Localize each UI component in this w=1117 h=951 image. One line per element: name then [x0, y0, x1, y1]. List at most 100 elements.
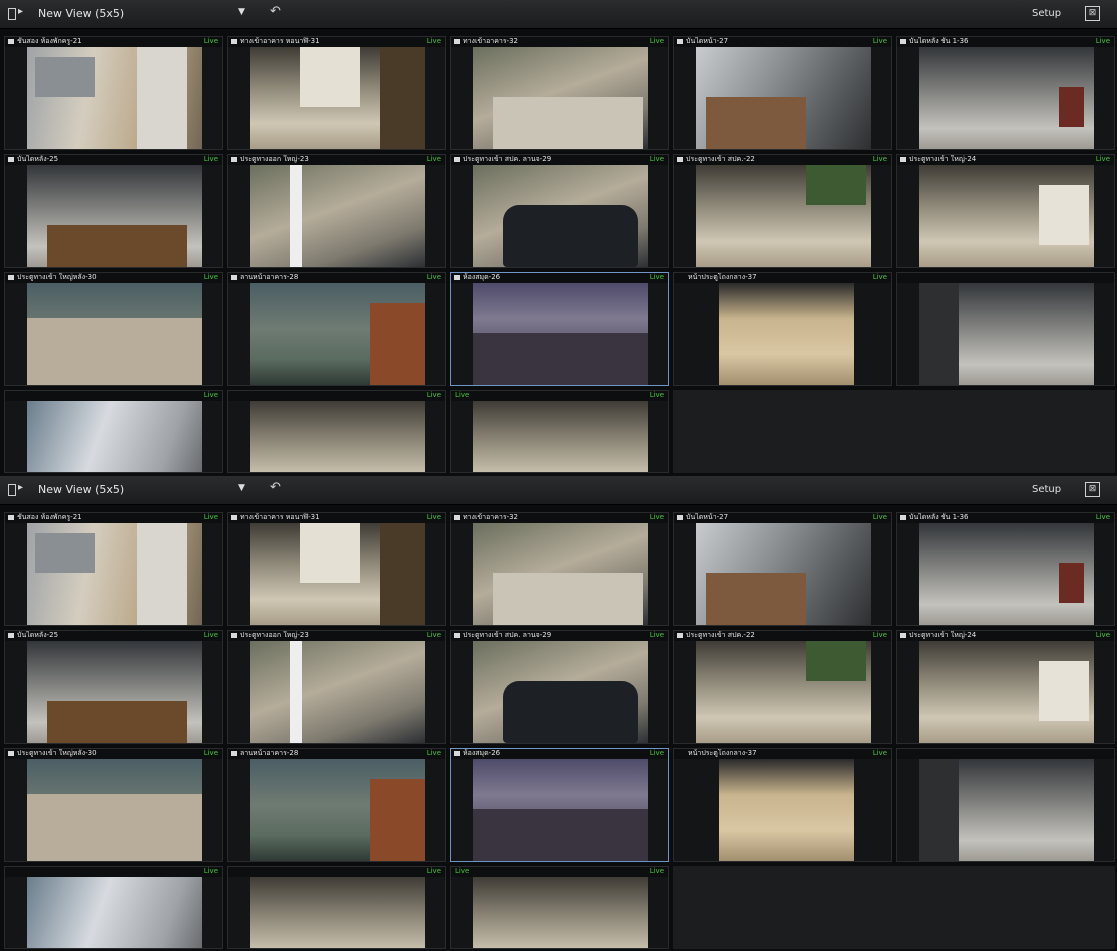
camera-tile[interactable]: บันไดหลัง ชั้น 1-36 Live — [896, 36, 1115, 150]
undo-icon[interactable]: ↶ — [270, 480, 281, 495]
camera-tile[interactable]: Live — [227, 390, 446, 473]
camera-icon — [231, 633, 237, 638]
camera-tile[interactable]: ห้องสมุด-26 Live — [450, 748, 669, 862]
camera-name: ประตูทางเข้า สปค.-22 — [686, 631, 755, 639]
camera-icon — [677, 157, 683, 162]
camera-tile[interactable]: ทางเข้าอาคาร หอนาฬิ-31 Live — [227, 36, 446, 150]
live-badge: Live — [203, 155, 218, 163]
camera-tile[interactable]: ลานหน้าอาคาร-28 Live — [227, 748, 446, 862]
camera-tile[interactable]: ประตูทางออก ใหญ่-23 Live — [227, 630, 446, 744]
camera-tile[interactable]: ประตูทางเข้า ใหญ่-24 Live — [896, 630, 1115, 744]
camera-name: ชั้นสอง ห้องพักครู-21 — [17, 513, 82, 521]
view-dropdown-icon[interactable]: ▼ — [238, 7, 245, 17]
video-feed — [250, 283, 425, 385]
live-badge: Live — [649, 273, 664, 281]
live-badge: Live — [203, 391, 218, 399]
camera-name: ทางเข้าอาคาร หอนาฬิ-31 — [240, 513, 320, 521]
camera-name: ห้องสมุด-26 — [463, 273, 501, 281]
camera-icon — [8, 751, 14, 756]
camera-tile[interactable]: ประตูทางเข้า สปค. ลานจ-29 Live — [450, 154, 669, 268]
camera-grid: ชั้นสอง ห้องพักครู-21 Live ทางเข้าอาคาร ห… — [0, 32, 1117, 473]
live-badge: Live — [649, 37, 664, 45]
camera-tile[interactable]: บันไดหน้า-27 Live — [673, 512, 892, 626]
camera-tile[interactable]: บันไดหน้า-27 Live — [673, 36, 892, 150]
video-feed — [27, 401, 202, 472]
view-title[interactable]: New View (5x5) — [38, 7, 124, 20]
close-icon[interactable]: ⊠ — [1085, 6, 1100, 21]
camera-tile[interactable]: หน้าประตูโถงกลาง-37 Live — [673, 748, 892, 862]
video-feed — [919, 759, 1094, 861]
video-feed — [250, 523, 425, 625]
setup-button[interactable]: Setup — [1032, 8, 1061, 19]
camera-name: บันไดหน้า-27 — [686, 37, 729, 45]
video-feed — [696, 165, 871, 267]
close-icon[interactable]: ⊠ — [1085, 482, 1100, 497]
camera-tile[interactable]: Live — [4, 866, 223, 949]
camera-tile[interactable] — [896, 272, 1115, 386]
undo-icon[interactable]: ↶ — [270, 4, 281, 19]
camera-tile[interactable]: หน้าประตูโถงกลาง-37 Live — [673, 272, 892, 386]
camera-name: บันไดหลัง-25 — [17, 155, 59, 163]
video-feed — [27, 523, 202, 625]
camera-icon — [454, 515, 460, 520]
camera-tile[interactable]: ประตูทางเข้า ใหญ่-24 Live — [896, 154, 1115, 268]
camera-tile[interactable]: บันไดหลัง ชั้น 1-36 Live — [896, 512, 1115, 626]
camera-tile[interactable]: ประตูทางออก ใหญ่-23 Live — [227, 154, 446, 268]
camera-tile[interactable]: Live Live — [450, 866, 669, 949]
camera-icon — [454, 633, 460, 638]
live-badge: Live — [203, 513, 218, 521]
camera-tile[interactable]: ทางเข้าอาคาร หอนาฬิ-31 Live — [227, 512, 446, 626]
camera-icon — [900, 633, 906, 638]
camera-tile[interactable]: ชั้นสอง ห้องพักครู-21 Live — [4, 36, 223, 150]
view-title[interactable]: New View (5x5) — [38, 483, 124, 496]
video-feed — [473, 165, 648, 267]
camera-tile[interactable]: ประตูทางเข้า สปค. ลานจ-29 Live — [450, 630, 669, 744]
camera-icon — [231, 515, 237, 520]
live-badge: Live — [455, 867, 470, 875]
camera-tile[interactable]: Live — [227, 866, 446, 949]
video-feed — [919, 523, 1094, 625]
video-feed — [696, 641, 871, 743]
camera-tile[interactable]: ประตูทางเข้า ใหญ่หลัง-30 Live — [4, 272, 223, 386]
camera-tile[interactable]: Live Live — [450, 390, 669, 473]
view-dropdown-icon[interactable]: ▼ — [238, 483, 245, 493]
camera-icon — [231, 157, 237, 162]
video-feed — [250, 165, 425, 267]
pane-toggle-button[interactable]: ▸ — [8, 482, 30, 498]
live-badge: Live — [1095, 631, 1110, 639]
empty-slot[interactable] — [673, 866, 1115, 949]
video-feed — [473, 641, 648, 743]
camera-icon — [231, 39, 237, 44]
video-feed — [473, 759, 648, 861]
camera-tile[interactable]: ห้องสมุด-26 Live — [450, 272, 669, 386]
live-badge: Live — [649, 513, 664, 521]
pane-toggle-button[interactable]: ▸ — [8, 6, 30, 22]
empty-slot[interactable] — [673, 390, 1115, 473]
video-feed — [919, 165, 1094, 267]
camera-name: บันไดหลัง ชั้น 1-36 — [909, 37, 969, 45]
camera-tile[interactable]: ลานหน้าอาคาร-28 Live — [227, 272, 446, 386]
camera-name: หน้าประตูโถงกลาง-37 — [688, 273, 757, 281]
camera-tile[interactable] — [896, 748, 1115, 862]
camera-tile[interactable]: ชั้นสอง ห้องพักครู-21 Live — [4, 512, 223, 626]
setup-button[interactable]: Setup — [1032, 484, 1061, 495]
camera-tile[interactable]: บันไดหลัง-25 Live — [4, 154, 223, 268]
live-badge: Live — [1095, 513, 1110, 521]
camera-tile[interactable]: ประตูทางเข้า สปค.-22 Live — [673, 630, 892, 744]
camera-name: ประตูทางเข้า ใหญ่หลัง-30 — [17, 749, 97, 757]
camera-tile[interactable]: บันไดหลัง-25 Live — [4, 630, 223, 744]
camera-name: บันไดหน้า-27 — [686, 513, 729, 521]
live-badge: Live — [426, 155, 441, 163]
live-badge: Live — [426, 391, 441, 399]
camera-tile[interactable]: Live — [4, 390, 223, 473]
camera-tile[interactable]: ทางเข้าอาคาร-32 Live — [450, 36, 669, 150]
camera-tile[interactable]: ประตูทางเข้า ใหญ่หลัง-30 Live — [4, 748, 223, 862]
camera-name: ทางเข้าอาคาร หอนาฬิ-31 — [240, 37, 320, 45]
camera-tile[interactable]: ทางเข้าอาคาร-32 Live — [450, 512, 669, 626]
camera-name: ประตูทางเข้า สปค. ลานจ-29 — [463, 631, 552, 639]
video-feed — [27, 877, 202, 948]
video-feed — [27, 165, 202, 267]
video-feed — [250, 47, 425, 149]
camera-name: ประตูทางเข้า ใหญ่-24 — [909, 631, 977, 639]
camera-tile[interactable]: ประตูทางเข้า สปค.-22 Live — [673, 154, 892, 268]
